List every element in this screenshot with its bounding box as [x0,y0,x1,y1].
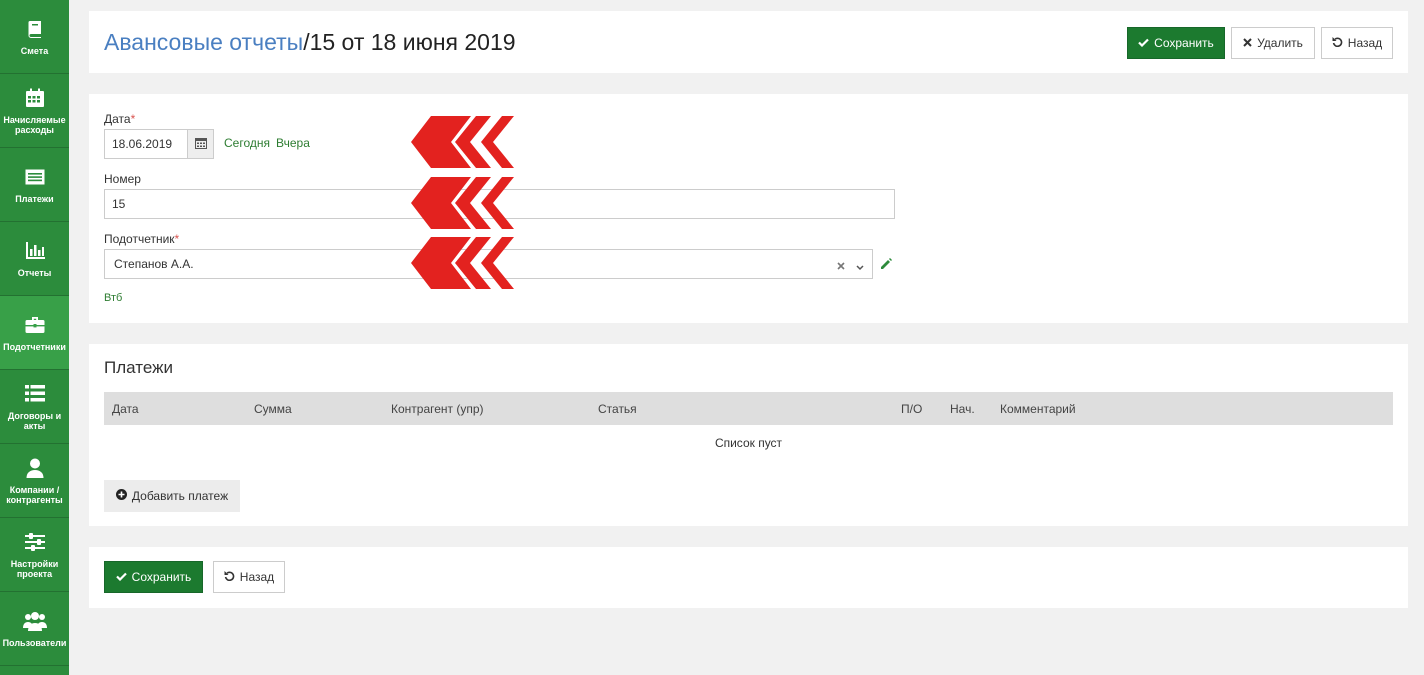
sidebar-item-reports[interactable]: Отчеты [0,222,69,296]
add-payment-label: Добавить платеж [131,489,229,503]
sliders-icon [23,531,47,553]
sidebar-item-label: Настройки проекта [10,558,59,579]
sidebar-item-users[interactable]: Пользователи [0,592,69,666]
sidebar-item-label: Начисляемые расходы [3,114,66,135]
user-icon [23,457,47,479]
sidebar-item-accrued-expenses[interactable]: Начисляемые расходы [0,74,69,148]
delete-button[interactable]: Удалить [1231,27,1315,59]
column-header-counterparty[interactable]: Контрагент (упр) [391,402,484,416]
sidebar-item-label: Подотчетники [3,341,66,352]
chevron-down-icon[interactable] [856,260,864,274]
page-title: Авансовые отчеты/15 от 18 июня 2019 [104,29,516,56]
back-button-label: Назад [1347,36,1383,50]
save-button-label: Сохранить [1154,36,1214,50]
users-icon [22,610,47,632]
footer-back-label: Назад [239,570,275,584]
sidebar-item-companies[interactable]: Компании / контрагенты [0,444,69,518]
payments-table-header: Дата Сумма Контрагент (упр) Статья П/О Н… [104,392,1393,425]
chevron-arrow-icon [411,116,514,168]
column-header-article[interactable]: Статья [598,402,637,416]
yesterday-link[interactable]: Вчера [276,136,310,150]
book-icon [23,18,47,40]
calendar-icon [23,87,47,109]
date-label: Дата* [104,112,136,126]
sidebar-item-accountables[interactable]: Подотчетники [0,296,69,370]
edit-pencil-icon[interactable] [879,257,893,274]
sidebar-item-label: Платежи [15,193,54,204]
close-icon [1243,36,1252,50]
list-bullets-icon [23,383,47,405]
check-icon [1138,36,1149,50]
sidebar-item-contracts[interactable]: Договоры и акты [0,370,69,444]
footer-back-button[interactable]: Назад [213,561,285,593]
briefcase-icon [23,314,47,336]
check-icon [115,570,127,584]
add-payment-button[interactable]: Добавить платеж [104,480,240,512]
number-label: Номер [104,172,141,186]
sidebar-item-label: Пользователи [2,637,67,648]
sidebar-item-label: Смета [20,45,49,56]
breadcrumb-link[interactable]: Авансовые отчеты [104,29,303,55]
delete-button-label: Удалить [1257,36,1303,50]
footer-save-label: Сохранить [131,570,192,584]
empty-list-message: Список пуст [714,436,783,450]
list-icon [23,166,47,188]
column-header-amount[interactable]: Сумма [254,402,292,416]
chevron-arrow-icon [411,177,514,229]
footer-save-button[interactable]: Сохранить [104,561,203,593]
back-button[interactable]: Назад [1321,27,1393,59]
column-header-po[interactable]: П/О [901,402,922,416]
sidebar-item-estimate[interactable]: Смета [0,0,69,74]
column-header-comment[interactable]: Комментарий [1000,402,1076,416]
chevron-arrow-icon [411,237,514,289]
undo-icon [1332,36,1343,50]
sidebar: Смета Начисляемые расходы Платежи Отчеты… [0,0,69,675]
payments-section: Платежи Дата Сумма Контрагент (упр) Стат… [89,344,1408,526]
bar-chart-icon [23,240,47,262]
undo-icon [224,570,235,584]
section-title: Платежи [104,358,173,377]
sidebar-item-label: Договоры и акты [7,410,62,431]
sidebar-item-payments[interactable]: Платежи [0,148,69,222]
calendar-button[interactable] [187,129,214,159]
accountable-label: Подотчетник* [104,232,180,246]
today-link[interactable]: Сегодня [224,136,270,150]
save-button[interactable]: Сохранить [1127,27,1225,59]
column-header-date[interactable]: Дата [112,402,139,416]
sidebar-item-label: Отчеты [17,267,52,278]
sidebar-item-label: Компании / контрагенты [6,484,63,505]
date-field[interactable]: 18.06.2019 [104,129,188,159]
column-header-accrued[interactable]: Нач. [950,402,975,416]
sidebar-item-project-settings[interactable]: Настройки проекта [0,518,69,592]
clear-icon[interactable] [837,259,845,273]
accountable-value: Степанов А.А. [114,257,194,271]
plus-circle-icon [115,489,127,503]
page-header: Авансовые отчеты/15 от 18 июня 2019 Сохр… [89,11,1408,73]
bank-link[interactable]: Втб [104,292,122,304]
report-form: Дата* 18.06.2019 Сегодня Вчера Номер 15 … [89,94,1408,323]
form-footer: Сохранить Назад [89,547,1408,608]
document-title: 15 от 18 июня 2019 [309,29,516,55]
calendar-icon [194,137,207,152]
